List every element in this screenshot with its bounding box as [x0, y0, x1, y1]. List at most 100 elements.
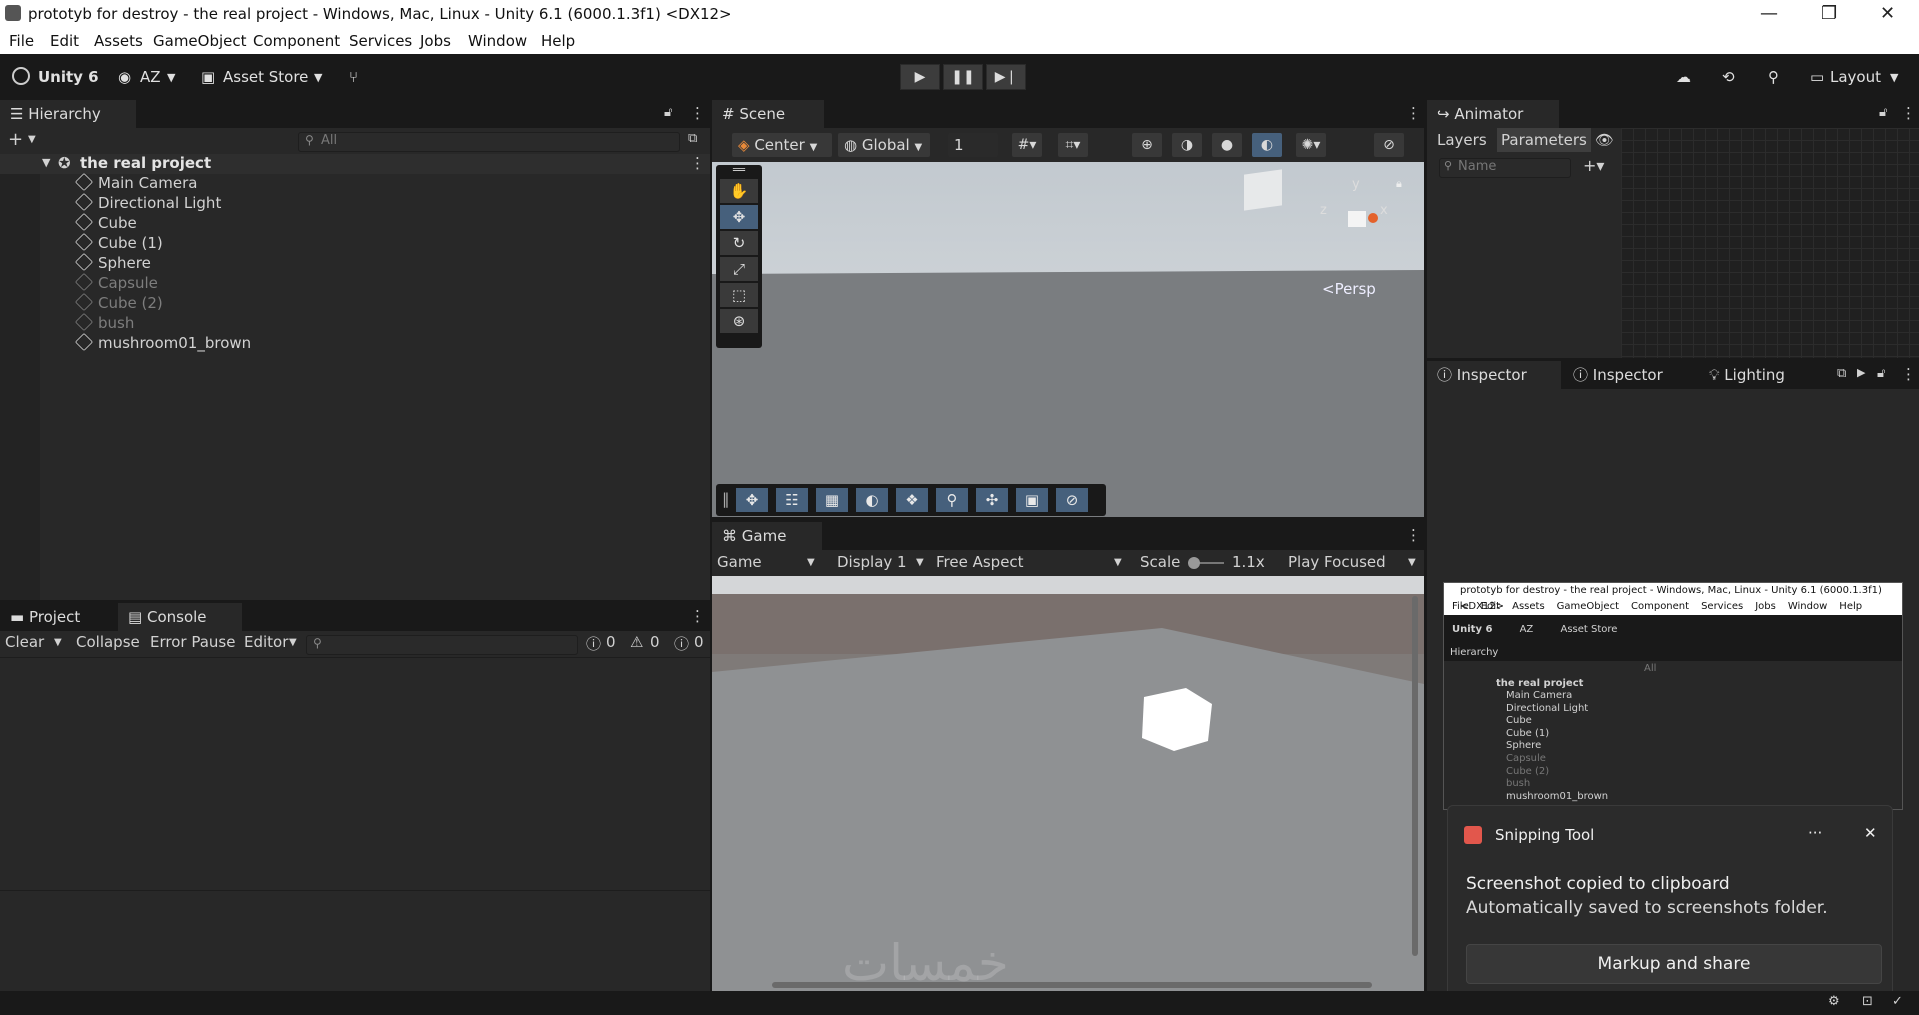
- layout-dropdown[interactable]: Layout: [1830, 68, 1881, 86]
- menu-services[interactable]: Services: [349, 32, 412, 50]
- screenshot-thumbnail[interactable]: prototyb for destroy - the real project …: [1443, 582, 1903, 810]
- window-icon[interactable]: ⧉: [1837, 366, 1846, 381]
- menu-jobs[interactable]: Jobs: [420, 32, 451, 50]
- tab-lighting[interactable]: 💡︎ Lighting: [1699, 361, 1829, 389]
- close-icon[interactable]: ✕: [1864, 824, 1877, 842]
- hand-tool-icon[interactable]: ✋: [720, 179, 758, 203]
- table-row[interactable]: Directional Light: [74, 192, 221, 212]
- shaded-icon[interactable]: ●: [1212, 133, 1242, 157]
- settings-sliders-icon[interactable]: ☷: [776, 488, 808, 512]
- scale-tool-icon[interactable]: ⤢: [720, 257, 758, 281]
- tab-inspector[interactable]: ⓘ Inspector: [1427, 361, 1561, 389]
- cloud-icon[interactable]: ☁: [1676, 68, 1691, 86]
- tab-animator[interactable]: ↪ Animator: [1427, 100, 1559, 128]
- rotate-tool-icon[interactable]: ↻: [720, 231, 758, 255]
- tab-parameters[interactable]: Parameters: [1497, 128, 1591, 152]
- scene-cube[interactable]: [1244, 169, 1282, 211]
- play-button[interactable]: ▶: [900, 64, 940, 90]
- tab-inspector-2[interactable]: ⓘ Inspector: [1563, 361, 1697, 389]
- play-mode-dropdown[interactable]: Play Focused: [1288, 553, 1386, 571]
- pivot-move-icon[interactable]: ✣: [976, 488, 1008, 512]
- table-row[interactable]: mushroom01_brown: [74, 332, 251, 352]
- lighting-icon[interactable]: ◐: [856, 488, 888, 512]
- rect-tool-icon[interactable]: ⬚: [720, 283, 758, 307]
- console-search-input[interactable]: ⚲: [306, 635, 578, 655]
- message-icon[interactable]: ⓘ: [674, 633, 689, 654]
- eye-icon[interactable]: 👁︎: [1595, 131, 1614, 149]
- chevron-down-icon[interactable]: ▼: [42, 156, 50, 169]
- scene-viewport[interactable]: y x z 🔒︎ <Persp ══ ✋ ✥ ↻ ⤢ ⬚ ⊛ ‖ ✥ ☷ ▦ ◐…: [712, 162, 1424, 517]
- collapse-button[interactable]: Collapse: [76, 633, 140, 651]
- menu-help[interactable]: Help: [541, 32, 575, 50]
- effects-icon[interactable]: ✺▾: [1296, 133, 1326, 157]
- grid-snap-icon[interactable]: #▾: [1012, 133, 1042, 157]
- animator-graph[interactable]: [1621, 128, 1919, 358]
- parameter-search-input[interactable]: ⚲ Name: [1439, 158, 1571, 178]
- aspect-dropdown[interactable]: Free Aspect: [936, 553, 1024, 571]
- more-icon[interactable]: ⋮: [1406, 104, 1421, 122]
- tab-layers[interactable]: Layers: [1437, 131, 1487, 149]
- move-tool-icon[interactable]: ✥: [720, 205, 758, 229]
- version-control-icon[interactable]: ⑂: [349, 68, 358, 86]
- search-icon[interactable]: ⚲: [936, 488, 968, 512]
- camera-icon[interactable]: ▣: [1016, 488, 1048, 512]
- table-row[interactable]: bush: [74, 312, 134, 332]
- console-divider[interactable]: [0, 890, 710, 891]
- layers-icon[interactable]: ❖: [896, 488, 928, 512]
- menu-edit[interactable]: Edit: [50, 32, 79, 50]
- hidden-objects-icon[interactable]: ⊘: [1374, 133, 1404, 157]
- increment-snap-icon[interactable]: ⌗▾: [1058, 133, 1088, 157]
- account-dropdown[interactable]: AZ: [140, 68, 161, 86]
- pause-button[interactable]: ❚❚: [943, 64, 983, 90]
- status-icon[interactable]: ✓: [1892, 994, 1903, 1009]
- wireframe-shading-icon[interactable]: ⊕: [1132, 133, 1162, 157]
- asset-store-dropdown[interactable]: Asset Store: [223, 68, 308, 86]
- search-input[interactable]: ⚲ All: [298, 132, 680, 152]
- step-button[interactable]: ▶❘: [986, 64, 1026, 90]
- chevron-right-icon[interactable]: ▶: [1857, 366, 1865, 379]
- compass-icon[interactable]: ⊘: [1056, 488, 1088, 512]
- gizmo-lock-icon[interactable]: 🔒︎: [1396, 177, 1402, 191]
- table-row[interactable]: Cube (1): [74, 232, 163, 252]
- close-icon[interactable]: ✕: [1880, 3, 1895, 24]
- space-dropdown[interactable]: ◍ Global ▼: [838, 133, 930, 157]
- scale-slider-handle[interactable]: [1188, 557, 1200, 569]
- gizmo-center-cube[interactable]: [1348, 211, 1366, 227]
- history-icon[interactable]: ⟲: [1722, 68, 1735, 86]
- scene-header-row[interactable]: ▼ ✪ the real project ⋮: [0, 154, 710, 174]
- game-mode-dropdown[interactable]: Game: [717, 553, 762, 571]
- markup-and-share-button[interactable]: Markup and share: [1466, 944, 1882, 984]
- more-icon[interactable]: ⋮: [690, 104, 705, 122]
- status-icon[interactable]: ⚙: [1828, 994, 1840, 1009]
- status-icon[interactable]: ⊡: [1862, 994, 1873, 1009]
- overlay-handle-icon[interactable]: ‖: [722, 490, 730, 508]
- move-icon[interactable]: ✥: [736, 488, 768, 512]
- lock-icon[interactable]: 🔓︎: [1877, 366, 1885, 381]
- perspective-label[interactable]: <Persp: [1322, 280, 1376, 298]
- search-icon[interactable]: ⚲: [1768, 68, 1779, 86]
- error-pause-button[interactable]: Error Pause: [150, 633, 235, 651]
- tab-game[interactable]: ⌘ Game: [712, 522, 822, 550]
- scene-visibility-icon[interactable]: ⧉: [688, 131, 697, 146]
- tab-project[interactable]: ▬ Project: [0, 603, 116, 631]
- minimize-icon[interactable]: —: [1760, 3, 1778, 24]
- shaded-wireframe-icon[interactable]: ◑: [1172, 133, 1202, 157]
- game-viewport[interactable]: خمسات: [712, 576, 1424, 991]
- pivot-dropdown[interactable]: ◈ Center ▼: [732, 133, 832, 157]
- table-row[interactable]: Capsule: [74, 272, 158, 292]
- tab-console[interactable]: ▤ Console: [118, 603, 242, 631]
- more-icon[interactable]: ⋮: [1901, 104, 1916, 122]
- more-options-icon[interactable]: ···: [1808, 824, 1822, 842]
- game-scrollbar[interactable]: [1412, 596, 1418, 956]
- tab-scene[interactable]: # Scene: [712, 100, 824, 128]
- menu-window[interactable]: Window: [468, 32, 527, 50]
- editor-dropdown[interactable]: Editor: [244, 633, 288, 651]
- overlay-handle-icon[interactable]: ══: [720, 165, 758, 177]
- clear-button[interactable]: Clear: [5, 633, 44, 651]
- transform-tool-icon[interactable]: ⊛: [720, 309, 758, 333]
- more-icon[interactable]: ⋮: [690, 154, 705, 172]
- snipping-tool-notification[interactable]: Snipping Tool ··· ✕ Screenshot copied to…: [1447, 805, 1893, 1010]
- warning-icon[interactable]: ⚠: [630, 633, 643, 651]
- lock-icon[interactable]: 🔓︎: [1879, 105, 1887, 120]
- add-icon[interactable]: +: [8, 129, 23, 150]
